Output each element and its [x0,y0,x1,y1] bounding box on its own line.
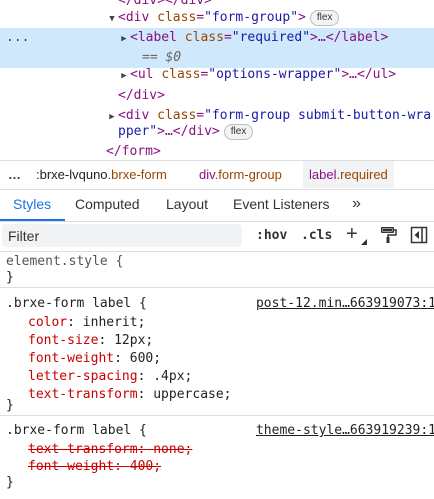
tab-layout[interactable]: Layout [166,188,208,220]
closing-tag-text: </div> [118,88,165,103]
property-value: 12px; [114,333,154,348]
attr-name: class [184,30,224,45]
more-tabs-icon[interactable]: » [352,188,361,220]
property-name: font-weight [28,459,115,474]
paint-roller-icon[interactable] [379,226,397,244]
sidebar-tabs: Styles Computed Layout Event Listeners » [0,188,434,222]
rule-close-brace: } [6,270,14,285]
property-name: font-weight [28,351,115,366]
tree-row-submit-group-cont[interactable]: pper">…</div> flex [118,122,254,142]
style-rule-theme-style: .brxe-form label { theme-style…663919239… [0,415,434,499]
row-actions-ellipsis[interactable]: ... [6,28,29,48]
tag-close: >…</div> [157,124,220,139]
tab-event-listeners[interactable]: Event Listeners [233,188,330,220]
breadcrumb: … :brxe-lvquno.brxe-form div.form-group … [0,160,434,190]
flex-badge[interactable]: flex [223,124,254,140]
property-value: uppercase; [153,387,232,402]
breadcrumb-item-form[interactable]: :brxe-lvquno.brxe-form [36,161,167,188]
attr-name: class [157,108,197,123]
tree-row-label-selected[interactable]: ... ▶ <label class="required">…</label> [0,28,434,48]
tree-row-form-group[interactable]: ▼ <div class="form-group"> flex [106,8,340,29]
rule-selector[interactable]: .brxe-form label { [6,422,147,440]
property-name: color [28,315,68,330]
breadcrumb-item-form-group[interactable]: div.form-group [199,161,282,188]
crumb-prefix: label [309,167,337,182]
attr-value-wrapped: pper" [118,124,158,139]
closing-tag-text: </form> [106,144,161,159]
declaration-text-transform-overridden[interactable]: text-transform: none; [28,441,192,459]
declaration-color[interactable]: color: inherit; [28,314,145,332]
tree-row-ul[interactable]: ▶ <ul class="options-wrapper">…</ul> [118,65,396,85]
crumb-class: .required [336,167,388,182]
expand-triangle-icon[interactable]: ▶ [106,107,118,127]
tab-styles[interactable]: Styles [13,188,51,220]
expand-triangle-icon[interactable]: ▶ [118,29,130,49]
attr-value: "form-group" [204,10,299,25]
breadcrumb-item-label-required[interactable]: label.required [303,161,394,188]
attr-name: class [157,10,197,25]
property-value: inherit; [82,315,146,330]
tag-name: <label [130,30,177,45]
filter-input[interactable] [2,224,242,247]
tab-computed[interactable]: Computed [75,188,140,220]
property-value: 400; [129,459,162,474]
rule-source-link[interactable]: theme-style…663919239:1 [256,422,434,440]
attr-name: class [161,67,201,82]
property-value: .4px; [153,369,193,384]
tag-close: >…</label> [310,30,389,45]
expand-triangle-icon[interactable]: ▶ [118,66,130,86]
collapse-triangle-icon[interactable]: ▼ [106,9,118,29]
rule-source-link[interactable]: post-12.min…663919073:1 [256,295,434,313]
rule-close-brace: } [6,475,14,490]
property-name: font-size [28,333,99,348]
property-name: letter-spacing [28,369,138,384]
declaration-text-transform[interactable]: text-transform: uppercase; [28,386,232,404]
crumb-prefix: div [199,167,215,182]
property-name: text-transform [28,387,138,402]
style-rule-post-12: .brxe-form label { post-12.min…663919073… [0,287,434,416]
rule-close-brace: } [6,398,14,413]
breadcrumb-more-icon[interactable]: … [8,161,21,188]
declaration-letter-spacing[interactable]: letter-spacing: .4px; [28,368,192,386]
tag-close: > [298,10,306,25]
styles-toolbar: :hov .cls + [0,221,434,252]
element-style-section: element.style { } [0,251,434,288]
element-style-selector[interactable]: element.style { [6,253,123,271]
attr-value: "required" [231,30,311,45]
new-rule-plus-icon[interactable]: + [346,224,358,244]
attr-value: "form-group submit-button-wra [204,108,432,123]
rule-selector[interactable]: .brxe-form label { [6,295,147,313]
property-value: none; [153,442,193,457]
crumb-class: .brxe-form [107,167,167,182]
tag-name: <div [118,108,150,123]
declaration-font-weight-overridden[interactable]: font-weight: 400; [28,458,161,476]
property-name: text-transform [28,442,138,457]
attr-value: "options-wrapper" [208,67,342,82]
tag-close: >…</ul> [341,67,397,82]
flex-badge[interactable]: flex [309,10,340,26]
property-value: 600; [129,351,162,366]
elements-tree: </div></div> ▼ <div class="form-group"> fl… [0,0,434,160]
crumb-class: .form-group [214,167,282,182]
hover-state-toggle[interactable]: :hov [256,226,287,246]
declaration-font-size[interactable]: font-size: 12px; [28,332,153,350]
new-rule-dropdown-icon[interactable] [361,239,367,245]
toggle-sidebar-icon[interactable] [410,226,428,244]
tree-row-close-form[interactable]: </form> [106,142,161,160]
tag-name: <div [118,10,150,25]
closing-tag-text: </div></div> [118,0,212,8]
declaration-font-weight[interactable]: font-weight: 600; [28,350,161,368]
class-toggle[interactable]: .cls [301,226,332,246]
crumb-prefix: :brxe-lvquno [36,167,108,182]
tree-row-close-div[interactable]: </div> [118,86,165,106]
tag-name: <ul [130,67,154,82]
